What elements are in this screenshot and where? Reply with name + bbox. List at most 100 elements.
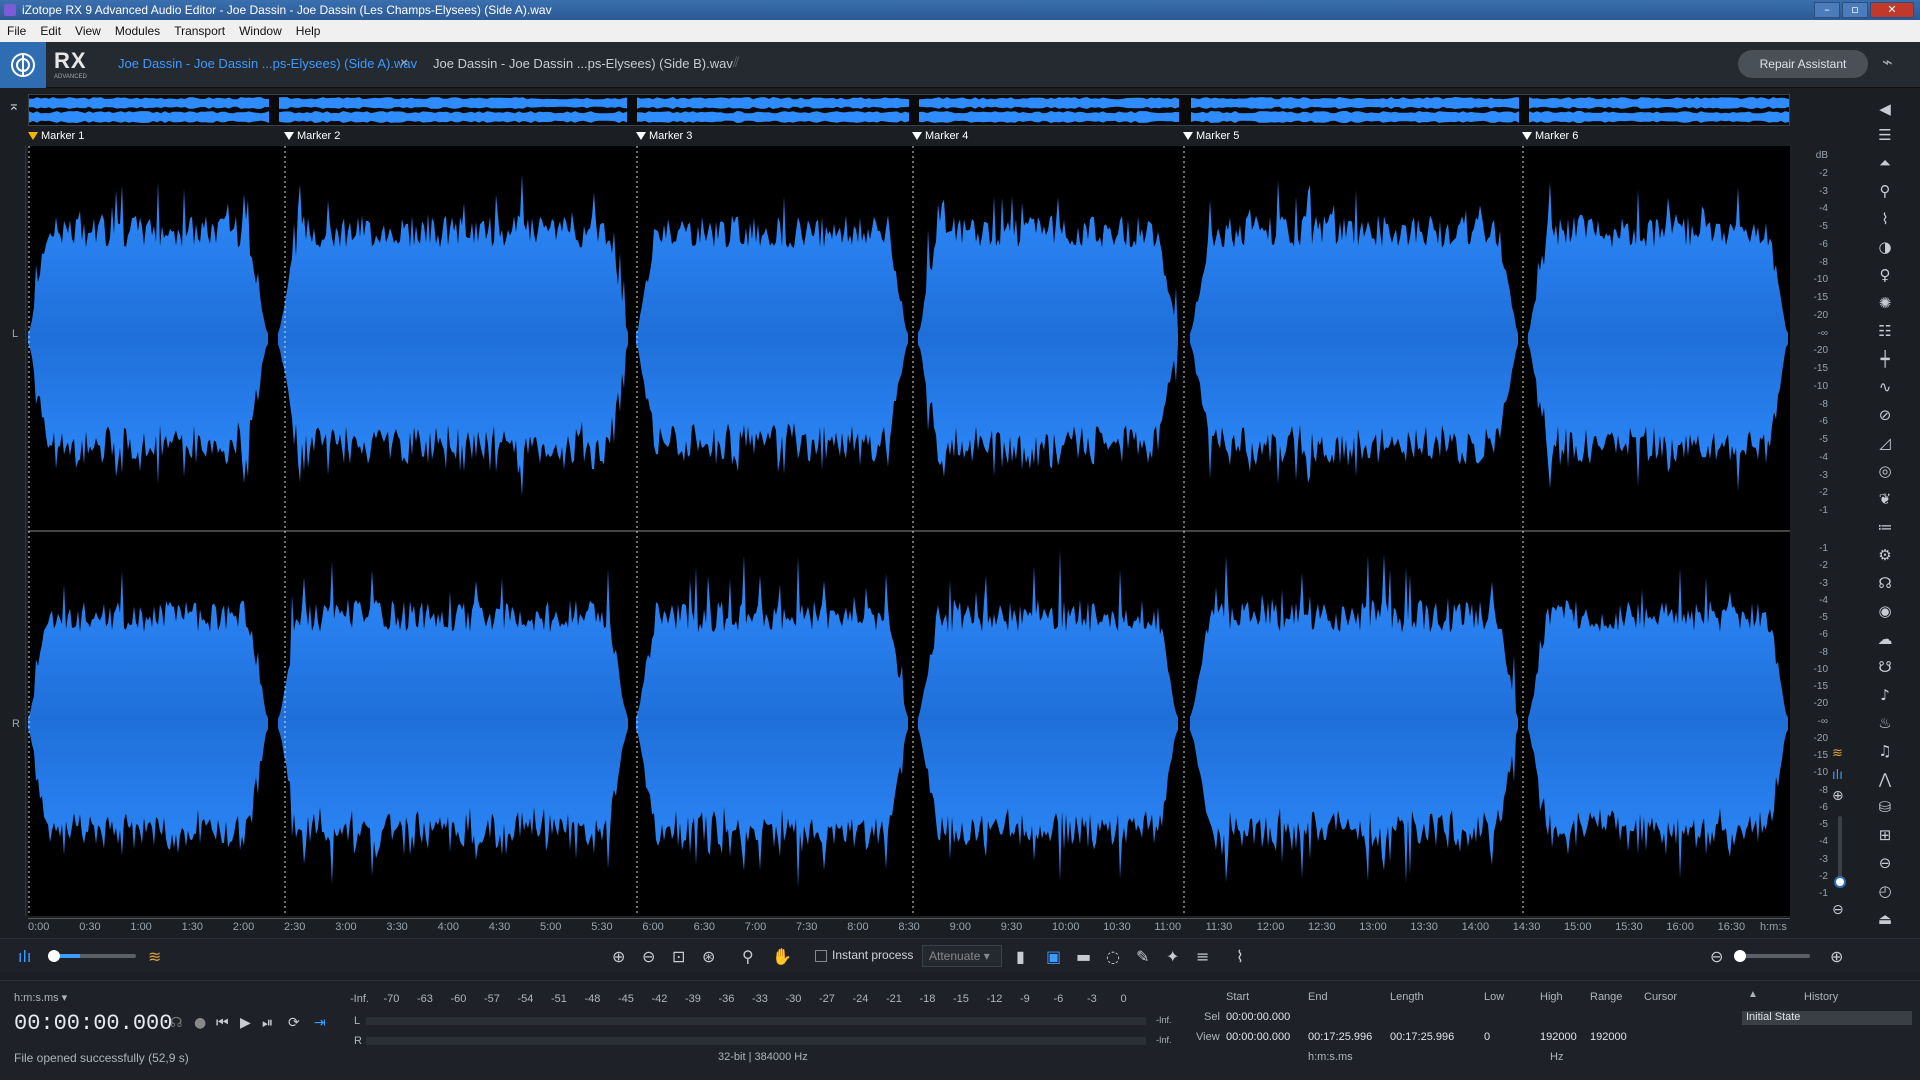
follow-playhead-icon[interactable]: ⇥ — [314, 1015, 326, 1031]
vertical-zoom-thumb[interactable] — [1834, 876, 1846, 888]
voice-denoise-icon[interactable]: ☊ — [1876, 574, 1894, 592]
gear-icon[interactable]: ⚙ — [1876, 546, 1894, 564]
lasso-icon[interactable]: ◌ — [1106, 947, 1120, 966]
waveform-display[interactable] — [28, 146, 1790, 916]
magic-wand-icon[interactable]: ✦ — [1166, 947, 1179, 966]
horizontal-zoom-thumb[interactable] — [1734, 950, 1746, 962]
marker-1[interactable]: Marker 1 — [28, 130, 84, 142]
de-hum-icon[interactable]: ◑ — [1876, 238, 1894, 256]
de-plosive-icon[interactable]: ⛁ — [1876, 798, 1894, 816]
horizontal-zoom-in-icon[interactable]: ⊕ — [1830, 947, 1843, 966]
gain-icon[interactable]: ┿ — [1876, 350, 1894, 368]
time-frequency-selection-icon[interactable]: ▣ — [1046, 947, 1061, 966]
maximize-button[interactable]: ▫ — [1842, 2, 1868, 18]
time-ruler[interactable]: 0:00 0:30 1:00 1:30 2:00 2:30 3:00 3:30 4:00 4:30… — [28, 918, 1790, 934]
history-collapse-icon[interactable]: ▲ — [1748, 989, 1758, 1000]
marker-4[interactable]: Marker 4 — [912, 130, 968, 142]
record-icon[interactable]: ● — [194, 1015, 206, 1031]
guitar-denoise-icon[interactable]: ♪ — [1876, 686, 1894, 704]
horizontal-zoom-slider[interactable] — [1734, 950, 1810, 962]
fade-icon[interactable]: ⊖ — [1876, 854, 1894, 872]
menu-transport[interactable]: Transport — [167, 24, 232, 38]
low-field[interactable]: 0 — [1484, 1031, 1490, 1043]
play-icon[interactable]: ▶ — [240, 1015, 251, 1031]
menu-help[interactable]: Help — [289, 24, 328, 38]
frequency-selection-icon[interactable]: ▬ — [1076, 947, 1091, 966]
spectral-repair-icon[interactable]: ✺ — [1876, 294, 1894, 312]
view-end-field[interactable]: 00:17:25.996 — [1308, 1031, 1372, 1043]
menu-file[interactable]: File — [0, 24, 33, 38]
de-bleed-icon[interactable]: ♨ — [1876, 714, 1894, 732]
tab-side-a[interactable]: Joe Dassin - Joe Dassin ...ps-Elysees) (… — [118, 56, 417, 71]
skip-back-icon[interactable]: ⏮ — [216, 1015, 229, 1031]
spectral-denoise-icon[interactable]: ◉ — [1876, 602, 1894, 620]
spectrogram-toggle-icon[interactable]: ≋ — [1832, 746, 1843, 761]
time-pitch-icon[interactable]: ◴ — [1876, 882, 1894, 900]
channel-gutter[interactable] — [6, 146, 26, 916]
gain-envelope-icon[interactable]: ⌇ — [1236, 947, 1244, 966]
de-crackle-icon[interactable]: ❦ — [1876, 490, 1894, 508]
minimize-button[interactable]: – — [1814, 2, 1840, 18]
marker-3[interactable]: Marker 3 — [636, 130, 692, 142]
view-start-field[interactable]: 00:00:00.000 — [1226, 1031, 1290, 1043]
menu-edit[interactable]: Edit — [33, 24, 68, 38]
range-field[interactable]: 192000 — [1590, 1031, 1627, 1043]
de-clip-icon[interactable]: ⌇ — [1876, 210, 1894, 228]
zoom-in-vertical-icon[interactable]: ⊕ — [1832, 788, 1844, 804]
vertical-zoom-slider[interactable] — [1834, 816, 1846, 888]
variable-pitch-icon[interactable]: ☋ — [1876, 658, 1894, 676]
deconstruct-icon[interactable]: ≔ — [1876, 518, 1894, 536]
blend-thumb[interactable] — [48, 950, 60, 962]
zoom-tool-icon[interactable]: ⚲ — [742, 947, 754, 966]
time-format-select[interactable]: h:m:s.ms ▾ — [14, 991, 67, 1004]
zoom-in-icon[interactable]: ⊕ — [612, 947, 625, 966]
export-icon[interactable]: ⏏ — [1876, 910, 1894, 928]
breath-control-icon[interactable]: ☁ — [1876, 630, 1894, 648]
wow-flutter-icon[interactable]: ⋀ — [1876, 770, 1894, 788]
instant-process-toggle[interactable]: Instant process — [815, 948, 913, 962]
module-list-icon[interactable]: ☰ — [1876, 126, 1894, 144]
close-button[interactable]: ✕ — [1870, 2, 1914, 18]
menu-window[interactable]: Window — [232, 24, 289, 38]
time-selection-icon[interactable]: ▮ — [1016, 947, 1025, 966]
music-rebalance-icon[interactable]: ♫ — [1876, 742, 1894, 760]
zoom-to-fit-icon[interactable]: ⊛ — [702, 947, 715, 966]
instant-process-checkbox[interactable] — [815, 949, 827, 962]
de-ess-icon[interactable]: ∿ — [1876, 378, 1894, 396]
sel-start-field[interactable]: 00:00:00.000 — [1226, 1011, 1290, 1023]
repair-assistant-button[interactable]: Repair Assistant — [1738, 50, 1868, 78]
zoom-out-vertical-icon[interactable]: ⊖ — [1832, 902, 1844, 918]
horizontal-zoom-out-icon[interactable]: ⊖ — [1710, 947, 1723, 966]
marker-6[interactable]: Marker 6 — [1522, 130, 1578, 142]
waveform-view-icon[interactable]: ılı — [18, 947, 31, 966]
tab-scroll-icon[interactable]: ⫽ — [733, 54, 739, 71]
mouth-declick-icon[interactable]: ♀ — [1876, 266, 1894, 284]
zoom-out-icon[interactable]: ⊖ — [642, 947, 655, 966]
history-item[interactable]: Initial State — [1742, 1011, 1912, 1025]
high-field[interactable]: 192000 — [1540, 1031, 1577, 1043]
marker-5[interactable]: Marker 5 — [1183, 130, 1239, 142]
play-selection-icon[interactable]: ⏯ — [262, 1015, 273, 1031]
view-length-field[interactable]: 00:17:25.996 — [1390, 1031, 1454, 1043]
spectrogram-view-icon[interactable]: ≋ — [148, 947, 161, 966]
collapse-overview-icon[interactable]: ⌅ — [8, 98, 20, 114]
denoise-icon[interactable]: ◎ — [1876, 462, 1894, 480]
spectrogram-blend-slider[interactable] — [48, 950, 136, 962]
hand-tool-icon[interactable]: ✋ — [772, 947, 792, 966]
signal-chain-icon[interactable]: ⌁ — [1882, 52, 1893, 73]
tab-close-icon[interactable]: × — [400, 54, 408, 70]
dereverb-icon[interactable]: ⊘ — [1876, 406, 1894, 424]
zoom-to-selection-icon[interactable]: ⊡ — [672, 947, 685, 966]
collapse-sidebar-icon[interactable]: ◀ — [1876, 100, 1894, 118]
headphones-icon[interactable]: ☊ — [170, 1015, 182, 1031]
brush-icon[interactable]: ✎ — [1136, 947, 1149, 966]
menu-modules[interactable]: Modules — [108, 24, 167, 38]
marker-2[interactable]: Marker 2 — [284, 130, 340, 142]
tab-side-b[interactable]: Joe Dassin - Joe Dassin ...ps-Elysees) (… — [433, 56, 733, 71]
menu-view[interactable]: View — [68, 24, 108, 38]
waveform-toggle-icon[interactable]: ılı — [1832, 768, 1843, 783]
harmonic-selection-icon[interactable]: ≡ — [1196, 947, 1209, 966]
plugin-icon[interactable]: ⊞ — [1876, 826, 1894, 844]
instant-process-mode-select[interactable]: Attenuate ▾ — [922, 945, 1002, 967]
loop-icon[interactable]: ⟳ — [288, 1015, 300, 1031]
